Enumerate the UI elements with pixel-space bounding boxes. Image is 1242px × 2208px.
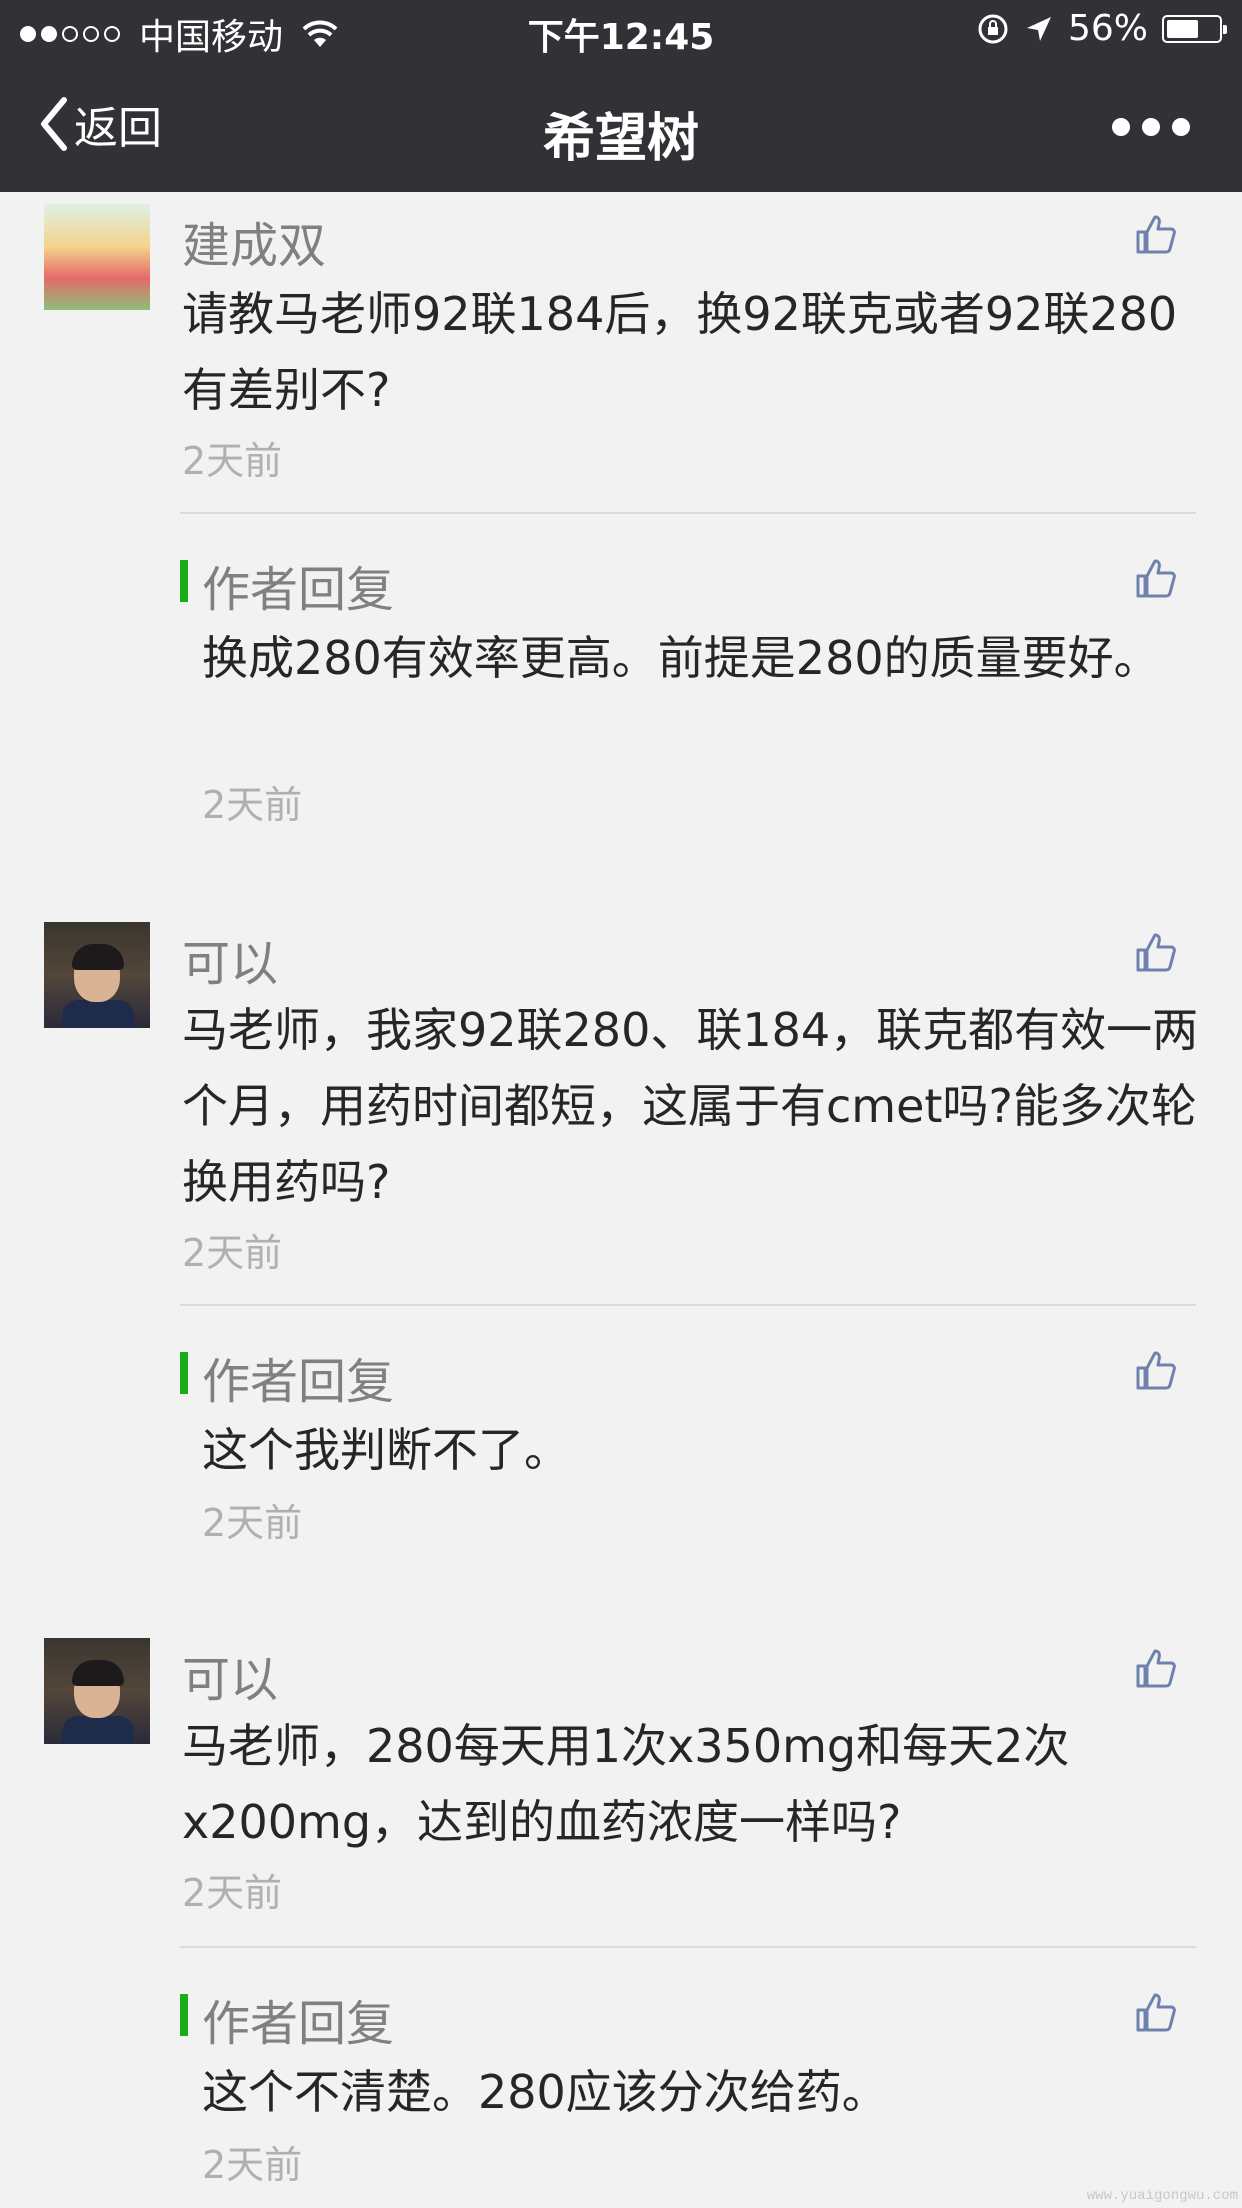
battery-icon — [1162, 14, 1227, 43]
thumbs-up-icon[interactable] — [1134, 1646, 1178, 1690]
reply-time: 2天前 — [202, 783, 303, 827]
comment-text: 请教马老师92联184后，换92联克或者92联280有差别不? — [182, 287, 1178, 417]
comment-time: 2天前 — [182, 439, 283, 483]
reply-text: 换成280有效率更高。前提是280的质量要好。 — [202, 631, 1160, 685]
more-dot-icon — [1112, 118, 1130, 136]
reply-label: 作者回复 — [202, 1354, 395, 1410]
comment-time: 2天前 — [182, 1871, 283, 1915]
reply-time: 2天前 — [202, 2143, 303, 2187]
more-options-button[interactable] — [1100, 118, 1190, 136]
reply-text: 这个我判断不了。 — [202, 1423, 570, 1477]
page-title: 希望树 — [542, 109, 699, 169]
reply-text: 这个不清楚。280应该分次给药。 — [202, 2065, 888, 2119]
location-icon — [1026, 16, 1051, 41]
comment-text: 马老师，我家92联280、联184，联克都有效一两个月，用药时间都短，这属于有c… — [182, 1003, 1199, 1209]
divider — [180, 1946, 1196, 1948]
reply-label: 作者回复 — [202, 1996, 395, 2052]
reply-marker — [180, 1994, 188, 2036]
divider — [180, 1304, 1196, 1306]
battery-percentage: 56% — [1067, 8, 1148, 49]
divider — [180, 512, 1196, 514]
avatar[interactable] — [44, 922, 150, 1028]
watermark: www.yuaigongwu.com — [1086, 2188, 1238, 2204]
thumbs-up-icon[interactable] — [1134, 212, 1178, 256]
reply-time: 2天前 — [202, 1501, 303, 1545]
avatar[interactable] — [44, 204, 150, 310]
thumbs-up-icon[interactable] — [1134, 1348, 1178, 1392]
avatar[interactable] — [44, 1638, 150, 1744]
thumbs-up-icon[interactable] — [1134, 1990, 1178, 2034]
rotation-lock-icon — [978, 14, 1008, 43]
reply-marker — [180, 560, 188, 602]
reply-label: 作者回复 — [202, 562, 395, 618]
comment-time: 2天前 — [182, 1231, 283, 1275]
more-dot-icon — [1142, 118, 1160, 136]
more-dot-icon — [1172, 118, 1190, 136]
comment-author[interactable]: 建成双 — [182, 206, 326, 276]
comment-text: 马老师，280每天用1次x350mg和每天2次x200mg，达到的血药浓度一样吗… — [182, 1719, 1070, 1849]
status-bar: 中国移动 下午12:45 56% — [0, 0, 1242, 62]
navigation-bar: 返回 希望树 — [0, 62, 1242, 192]
reply-marker — [180, 1352, 188, 1394]
thumbs-up-icon[interactable] — [1134, 930, 1178, 974]
comment-author[interactable]: 可以 — [182, 1640, 278, 1710]
comment-author[interactable]: 可以 — [182, 924, 278, 994]
thumbs-up-icon[interactable] — [1134, 556, 1178, 600]
